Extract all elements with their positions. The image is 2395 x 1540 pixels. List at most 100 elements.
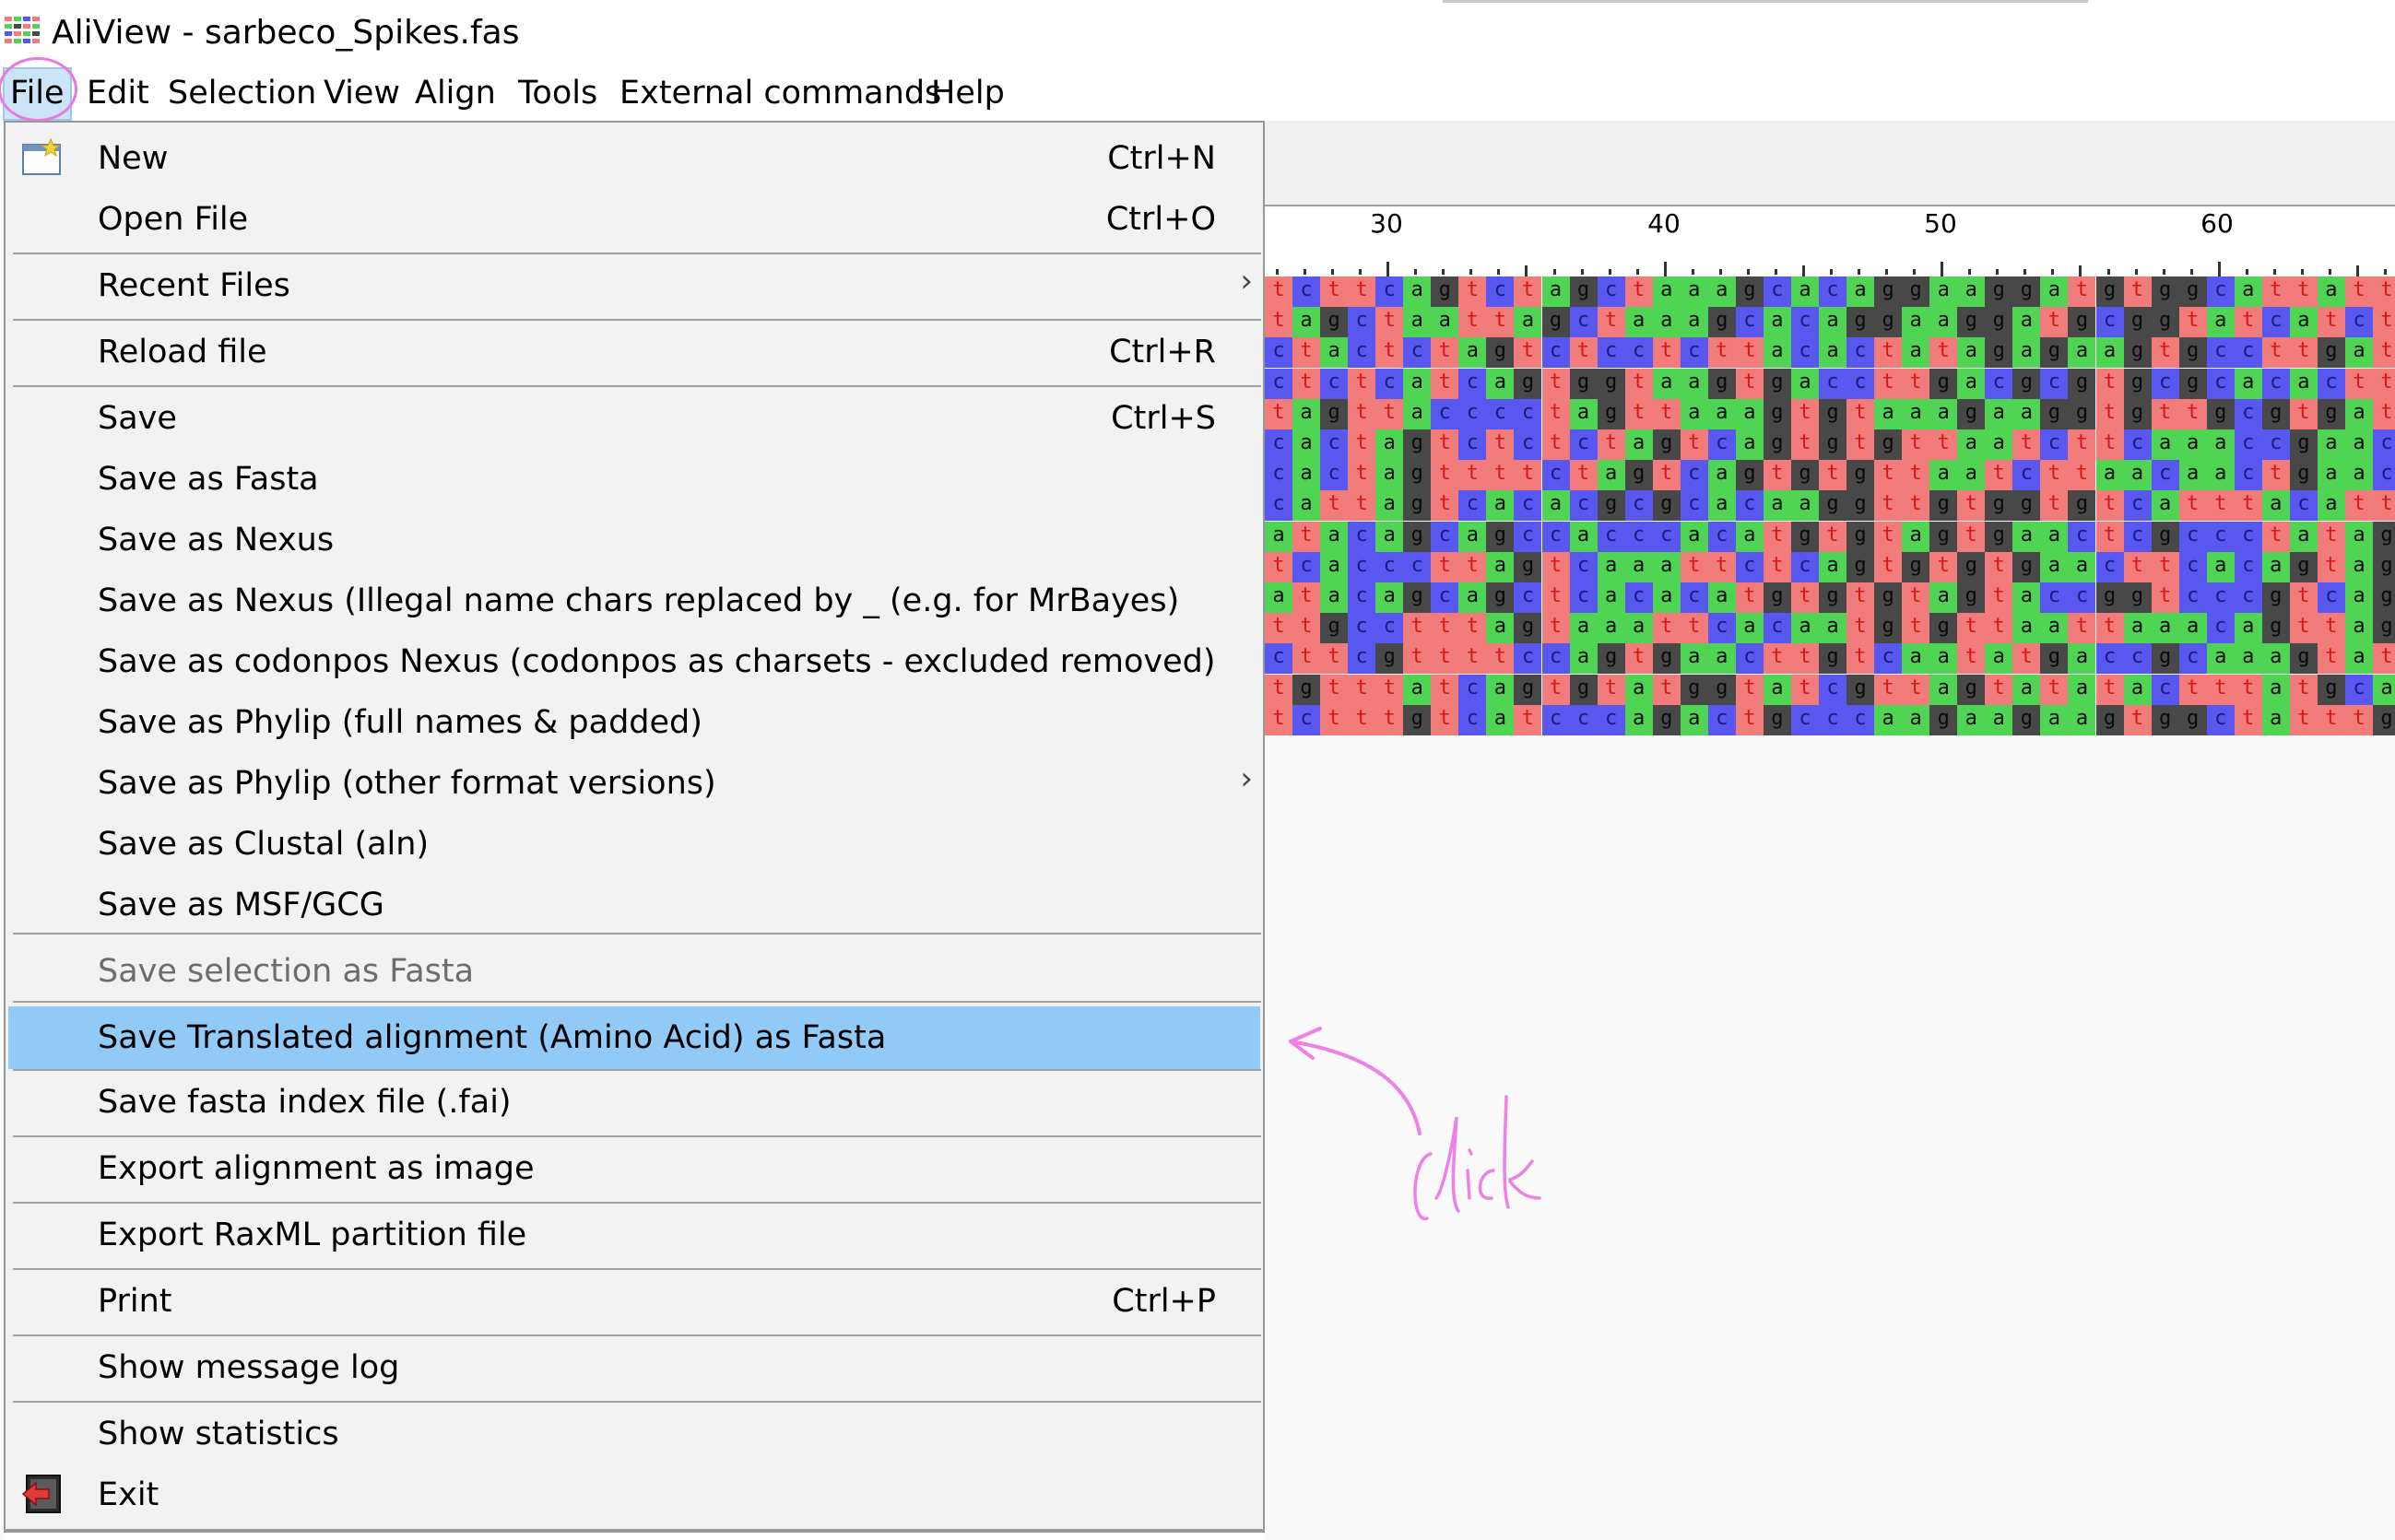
sequence-base-cell[interactable]: a bbox=[2373, 674, 2395, 705]
sequence-base-cell[interactable]: a bbox=[1929, 674, 1958, 705]
sequence-base-cell[interactable]: t bbox=[1624, 276, 1653, 307]
sequence-base-cell[interactable]: a bbox=[1957, 276, 1986, 307]
sequence-base-cell[interactable]: t bbox=[1929, 429, 1958, 460]
sequence-base-cell[interactable]: a bbox=[1265, 521, 1292, 552]
sequence-base-cell[interactable]: g bbox=[2289, 643, 2318, 675]
sequence-base-cell[interactable]: a bbox=[1680, 307, 1708, 338]
sequence-base-cell[interactable]: a bbox=[2317, 429, 2345, 460]
sequence-base-cell[interactable]: t bbox=[1819, 460, 1846, 491]
menu-item-save-as-phylip-other[interactable]: Save as Phylip (other format versions) › bbox=[8, 755, 1260, 812]
sequence-base-cell[interactable]: c bbox=[1541, 337, 1570, 369]
sequence-base-cell[interactable]: t bbox=[2178, 307, 2207, 338]
menu-selection[interactable]: Selection bbox=[162, 67, 322, 121]
sequence-base-cell[interactable]: g bbox=[1846, 674, 1875, 705]
sequence-base-cell[interactable]: t bbox=[2151, 551, 2179, 582]
sequence-base-cell[interactable]: t bbox=[1652, 674, 1681, 705]
sequence-base-cell[interactable]: a bbox=[1957, 429, 1986, 460]
sequence-base-cell[interactable]: t bbox=[1541, 582, 1570, 613]
sequence-base-cell[interactable]: c bbox=[2123, 521, 2152, 552]
sequence-base-cell[interactable]: c bbox=[2317, 582, 2345, 613]
sequence-base-cell[interactable]: a bbox=[2012, 674, 2041, 705]
sequence-base-cell[interactable]: a bbox=[2344, 398, 2373, 429]
sequence-base-cell[interactable]: g bbox=[1597, 490, 1625, 522]
sequence-base-cell[interactable]: c bbox=[1320, 460, 1349, 491]
sequence-base-cell[interactable]: t bbox=[2151, 582, 2179, 613]
sequence-base-cell[interactable]: g bbox=[2373, 582, 2395, 613]
sequence-base-cell[interactable]: t bbox=[1486, 643, 1515, 675]
menu-item-recent-files[interactable]: Recent Files › bbox=[8, 257, 1260, 314]
sequence-base-cell[interactable]: a bbox=[1652, 551, 1681, 582]
sequence-base-cell[interactable]: a bbox=[1320, 337, 1349, 369]
sequence-base-cell[interactable]: a bbox=[2261, 674, 2290, 705]
sequence-base-cell[interactable]: t bbox=[1790, 582, 1819, 613]
sequence-base-cell[interactable]: t bbox=[1292, 613, 1321, 644]
sequence-base-cell[interactable]: t bbox=[1846, 613, 1875, 644]
sequence-base-cell[interactable]: c bbox=[1790, 337, 1819, 369]
sequence-base-cell[interactable]: c bbox=[1597, 704, 1625, 735]
sequence-base-cell[interactable]: t bbox=[2178, 490, 2207, 522]
sequence-base-cell[interactable]: a bbox=[1929, 398, 1958, 429]
sequence-base-cell[interactable]: a bbox=[1569, 643, 1598, 675]
sequence-base-cell[interactable]: c bbox=[1458, 398, 1487, 429]
sequence-base-cell[interactable]: t bbox=[1763, 460, 1791, 491]
menu-item-show-message-log[interactable]: Show message log bbox=[8, 1339, 1260, 1396]
sequence-base-cell[interactable]: t bbox=[1846, 429, 1875, 460]
sequence-base-cell[interactable]: t bbox=[1514, 337, 1542, 369]
sequence-base-cell[interactable]: t bbox=[1902, 460, 1930, 491]
sequence-base-cell[interactable]: t bbox=[1624, 643, 1653, 675]
sequence-base-cell[interactable]: a bbox=[1985, 398, 2013, 429]
sequence-base-cell[interactable]: g bbox=[2317, 337, 2345, 369]
sequence-base-cell[interactable]: c bbox=[2234, 429, 2262, 460]
menu-item-save[interactable]: Save Ctrl+S bbox=[8, 390, 1260, 447]
sequence-base-cell[interactable]: c bbox=[1348, 643, 1376, 675]
sequence-base-cell[interactable]: c bbox=[1403, 551, 1432, 582]
sequence-base-cell[interactable]: c bbox=[1375, 551, 1404, 582]
sequence-base-cell[interactable]: t bbox=[1348, 674, 1376, 705]
sequence-base-cell[interactable]: c bbox=[1624, 337, 1653, 369]
sequence-base-cell[interactable]: t bbox=[1486, 460, 1515, 491]
menu-item-exit[interactable]: Exit bbox=[8, 1466, 1260, 1523]
sequence-base-cell[interactable]: a bbox=[1375, 490, 1404, 522]
sequence-base-cell[interactable]: c bbox=[1265, 490, 1292, 522]
sequence-base-cell[interactable]: c bbox=[2095, 643, 2124, 675]
menu-item-reload-file[interactable]: Reload file Ctrl+R bbox=[8, 323, 1260, 381]
sequence-base-cell[interactable]: t bbox=[1541, 613, 1570, 644]
sequence-base-cell[interactable]: t bbox=[2123, 551, 2152, 582]
sequence-base-cell[interactable]: c bbox=[1569, 551, 1598, 582]
sequence-base-cell[interactable]: c bbox=[2261, 368, 2290, 399]
sequence-base-cell[interactable]: c bbox=[2234, 398, 2262, 429]
sequence-base-cell[interactable]: a bbox=[2289, 521, 2318, 552]
sequence-base-cell[interactable]: a bbox=[2317, 460, 2345, 491]
sequence-base-cell[interactable]: g bbox=[1652, 704, 1681, 735]
sequence-base-cell[interactable]: t bbox=[1735, 704, 1764, 735]
sequence-base-cell[interactable]: c bbox=[1320, 429, 1349, 460]
sequence-base-cell[interactable]: c bbox=[1541, 460, 1570, 491]
sequence-base-cell[interactable]: c bbox=[1597, 337, 1625, 369]
sequence-base-cell[interactable]: g bbox=[2123, 368, 2152, 399]
sequence-base-cell[interactable]: a bbox=[1597, 551, 1625, 582]
sequence-base-cell[interactable]: a bbox=[1486, 490, 1515, 522]
sequence-base-cell[interactable]: a bbox=[1902, 337, 1930, 369]
sequence-base-cell[interactable]: a bbox=[1929, 643, 1958, 675]
sequence-base-cell[interactable]: t bbox=[2289, 613, 2318, 644]
sequence-base-cell[interactable]: g bbox=[2123, 307, 2152, 338]
sequence-base-cell[interactable]: g bbox=[1624, 460, 1653, 491]
sequence-base-cell[interactable]: c bbox=[1348, 521, 1376, 552]
sequence-base-cell[interactable]: t bbox=[1431, 490, 1459, 522]
sequence-base-cell[interactable]: a bbox=[1846, 276, 1875, 307]
sequence-base-cell[interactable]: g bbox=[2178, 337, 2207, 369]
sequence-base-cell[interactable]: a bbox=[2040, 276, 2069, 307]
sequence-base-cell[interactable]: t bbox=[2040, 674, 2069, 705]
menu-item-new[interactable]: New Ctrl+N bbox=[8, 130, 1260, 187]
sequence-base-cell[interactable]: a bbox=[1735, 429, 1764, 460]
sequence-base-cell[interactable]: c bbox=[1265, 460, 1292, 491]
sequence-base-cell[interactable]: t bbox=[2178, 674, 2207, 705]
sequence-base-cell[interactable]: t bbox=[1265, 276, 1292, 307]
sequence-base-cell[interactable]: g bbox=[2095, 276, 2124, 307]
sequence-base-cell[interactable]: c bbox=[1320, 368, 1349, 399]
sequence-base-cell[interactable]: t bbox=[1707, 551, 1736, 582]
sequence-base-cell[interactable]: t bbox=[1458, 307, 1487, 338]
sequence-base-cell[interactable]: a bbox=[2178, 460, 2207, 491]
sequence-base-cell[interactable]: a bbox=[1624, 674, 1653, 705]
sequence-base-cell[interactable]: t bbox=[2068, 276, 2096, 307]
